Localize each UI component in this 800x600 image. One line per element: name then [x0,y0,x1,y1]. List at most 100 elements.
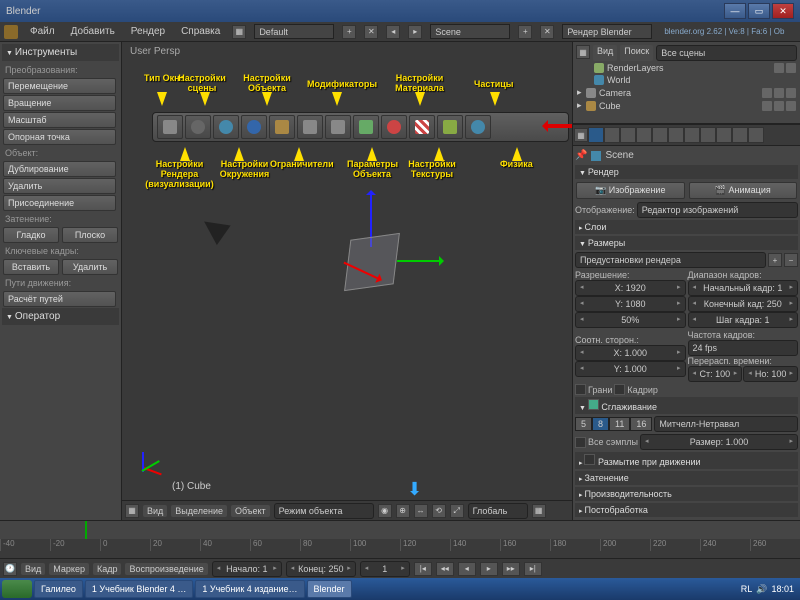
layers-section-header[interactable]: Слои [575,220,798,234]
delete-button[interactable]: Удалить [3,178,116,194]
jump-end-button[interactable]: ▸| [524,562,542,576]
taskbar-item-1[interactable]: 1 Учебник Blender 4 … [85,580,193,598]
material-tab-icon[interactable] [381,115,407,139]
tray-icon[interactable]: 🔊 [756,584,767,595]
outliner-item-camera[interactable]: ▸Camera [575,86,798,99]
menu-render[interactable]: Рендер [127,24,169,39]
view-menu[interactable]: Вид [143,505,167,517]
shading-icon[interactable]: ◉ [378,504,392,518]
menu-add[interactable]: Добавить [67,24,119,39]
prop-tab-physics[interactable] [748,127,764,143]
translate-button[interactable]: Перемещение [3,78,116,94]
full-sample-checkbox[interactable] [575,437,586,448]
object-menu[interactable]: Объект [231,505,270,517]
dimensions-section-header[interactable]: Размеры [575,236,798,250]
scene-add[interactable]: + [518,25,532,39]
render-section-header[interactable]: Рендер [575,165,798,179]
aa-11-button[interactable]: 11 [609,417,630,431]
layers-icon[interactable]: ▦ [532,504,546,518]
start-frame-field[interactable]: Начало: 1 [212,561,282,577]
texture-tab-icon[interactable] [409,115,435,139]
prop-tab-material[interactable] [700,127,716,143]
render-tab-icon[interactable] [185,115,211,139]
blender-icon[interactable] [4,25,18,39]
post-section-header[interactable]: Постобработка [575,503,798,517]
preset-add-button[interactable]: + [768,253,782,267]
props-editor-icon[interactable]: ▦ [574,128,588,142]
clock[interactable]: 18:01 [771,584,794,594]
outliner-editor-icon[interactable]: ▦ [576,45,590,59]
x-axis-gizmo[interactable] [397,260,442,262]
tools-header[interactable]: Инструменты [2,44,119,61]
timeline-playback-menu[interactable]: Воспроизведение [125,563,207,575]
close-button[interactable]: ✕ [772,3,794,19]
outliner-item-renderlayers[interactable]: RenderLayers [575,62,798,74]
remap-new-field[interactable]: Но: 100 [743,366,798,382]
fps-select[interactable]: 24 fps [688,340,799,356]
scene-nav-prev[interactable]: ◂ [386,25,400,39]
layout-selector[interactable]: Default [254,24,334,39]
prop-tab-world[interactable] [620,127,636,143]
prop-tab-object[interactable] [636,127,652,143]
scene-remove[interactable]: ✕ [540,25,554,39]
flat-button[interactable]: Плоско [62,227,118,243]
play-button[interactable]: ▸ [480,562,498,576]
remap-old-field[interactable]: Ст: 100 [688,366,743,382]
manip-rotate-icon[interactable]: ⟲ [432,504,446,518]
next-keyframe-button[interactable]: ▸▸ [502,562,520,576]
rotate-button[interactable]: Вращение [3,95,116,111]
frame-step-field[interactable]: Шаг кадра: 1 [688,312,799,328]
taskbar-item-3[interactable]: Blender [307,580,352,598]
language-indicator[interactable]: RL [741,584,753,594]
manip-move-icon[interactable]: ↔ [414,504,428,518]
aspect-y-field[interactable]: Y: 1.000 [575,361,686,377]
scene-nav-next[interactable]: ▸ [408,25,422,39]
timeline-playhead[interactable] [85,521,87,539]
keyframe-remove-button[interactable]: Удалить [62,259,118,275]
preset-remove-button[interactable]: − [784,253,798,267]
timeline-view-menu[interactable]: Вид [21,563,45,575]
aa-size-field[interactable]: Размер: 1.000 [640,434,798,450]
maximize-button[interactable]: ▭ [748,3,770,19]
orientation-selector[interactable]: Глобаль [468,503,528,519]
pivot-icon[interactable]: ⊕ [396,504,410,518]
taskbar-item-0[interactable]: Галилео [34,580,83,598]
prop-tab-render[interactable] [588,127,604,143]
render-animation-button[interactable]: 🎬 Анимация [689,182,798,199]
editor-type-icon[interactable] [157,115,183,139]
prop-tab-constraints[interactable] [652,127,668,143]
smooth-button[interactable]: Гладко [3,227,59,243]
render-engine[interactable]: Рендер Blender [562,24,652,39]
prev-keyframe-button[interactable]: ◂◂ [436,562,454,576]
cube-object[interactable] [344,233,400,291]
3d-viewport[interactable]: User Persp Тип Окна Настройки сцены Наст… [122,42,572,520]
modifiers-tab-icon[interactable] [325,115,351,139]
resolution-pct-field[interactable]: 50% [575,312,686,328]
prop-tab-scene[interactable] [604,127,620,143]
scene-tab-icon[interactable] [213,115,239,139]
aa-8-button[interactable]: 8 [592,417,609,431]
operator-header[interactable]: Оператор [2,308,119,325]
start-button[interactable] [2,580,32,598]
timeline-frame-menu[interactable]: Кадр [93,563,122,575]
outliner-item-world[interactable]: World [575,74,798,86]
aa-enable-checkbox[interactable] [588,399,599,410]
menu-file[interactable]: Файл [26,24,59,39]
motion-blur-header[interactable]: Размытие при движении [575,452,798,469]
scale-button[interactable]: Масштаб [3,112,116,128]
origin-button[interactable]: Опорная точка [3,129,116,145]
timeline-track[interactable] [0,521,800,539]
jump-start-button[interactable]: |◂ [414,562,432,576]
outliner-filter[interactable]: Все сцены [656,45,797,61]
physics-tab-icon[interactable] [465,115,491,139]
select-menu[interactable]: Выделение [171,505,227,517]
shading-section-header[interactable]: Затенение [575,471,798,485]
prop-tab-particles[interactable] [732,127,748,143]
aspect-x-field[interactable]: X: 1.000 [575,345,686,361]
timeline-editor-icon[interactable]: 🕐 [3,562,17,576]
end-frame-field[interactable]: Конец: 250 [286,561,356,577]
calc-paths-button[interactable]: Расчёт путей [3,291,116,307]
object-tab-icon[interactable] [269,115,295,139]
particles-tab-icon[interactable] [437,115,463,139]
outliner-view-menu[interactable]: Вид [593,45,617,61]
